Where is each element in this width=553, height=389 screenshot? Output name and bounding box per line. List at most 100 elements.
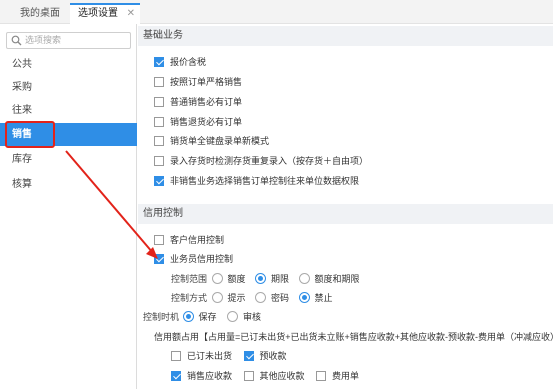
radio[interactable] <box>211 273 223 285</box>
timing-row: 控制时机 保存 审核 <box>143 310 261 324</box>
option-customer-credit[interactable]: 客户信用控制 <box>154 233 224 247</box>
option-return-require-order[interactable]: 销售退货必有订单 <box>154 115 242 129</box>
checkbox[interactable] <box>154 96 164 107</box>
close-icon[interactable]: ✕ <box>127 5 135 23</box>
radio[interactable] <box>227 311 239 323</box>
option-data-permission[interactable]: 非销售业务选择销售订单控制往来单位数据权限 <box>154 174 359 188</box>
checkbox[interactable] <box>171 370 181 381</box>
radio-prompt[interactable]: 提示 <box>211 291 253 305</box>
tab-bar: 我的桌面 选项设置 ✕ <box>0 0 553 24</box>
search-input[interactable]: 选项搜索 <box>6 32 131 49</box>
checkbox[interactable] <box>154 253 164 264</box>
radio-label: 期限 <box>271 274 290 284</box>
checkbox[interactable] <box>154 76 164 87</box>
option-label: 录入存货时检测存货重复录入（按存货＋自由项） <box>170 156 369 166</box>
search-placeholder: 选项搜索 <box>25 35 62 45</box>
radio[interactable] <box>211 292 223 304</box>
sidebar-item-inventory[interactable]: 库存 <box>0 148 137 171</box>
option-expense-bill[interactable]: 费用单 <box>316 370 360 381</box>
checkbox[interactable] <box>243 350 254 361</box>
sidebar: 选项搜索 公共 采购 往来 销售 库存 核算 <box>0 24 137 389</box>
checkbox[interactable] <box>154 155 164 166</box>
option-label: 其他应收款 <box>259 371 305 381</box>
scope-label: 控制范围 <box>171 274 208 284</box>
sidebar-item-public[interactable]: 公共 <box>0 53 137 76</box>
radio-audit[interactable]: 审核 <box>227 311 262 323</box>
radio-password[interactable]: 密码 <box>255 291 296 305</box>
radio-period[interactable]: 期限 <box>255 272 296 286</box>
tab-label: 我的桌面 <box>20 8 60 19</box>
option-label: 销售应收款 <box>187 371 233 381</box>
section-header-credit: 信用控制 <box>138 204 553 224</box>
options-panel: 基础业务 报价含税 按照订单严格销售 普通销售必有订单 销售退货必有订单 销货单… <box>138 24 553 389</box>
timing-label: 控制时机 <box>143 312 180 322</box>
radio-label: 提示 <box>227 293 246 303</box>
option-quote-tax[interactable]: 报价含税 <box>154 55 206 69</box>
radio-label: 审核 <box>243 312 262 322</box>
checkbox[interactable] <box>154 56 164 67</box>
option-sales-require-order[interactable]: 普通销售必有订单 <box>154 95 242 109</box>
radio-label: 额度和期限 <box>314 274 360 284</box>
option-sales-receivable[interactable]: 销售应收款 <box>171 369 241 383</box>
option-unshipped[interactable]: 已订未出货 <box>171 349 241 363</box>
checkbox[interactable] <box>154 175 164 186</box>
search-icon <box>11 35 22 46</box>
checkbox[interactable] <box>243 370 254 381</box>
section-header-basic: 基础业务 <box>138 26 553 46</box>
tab-label: 选项设置 <box>78 8 118 19</box>
option-label: 预收款 <box>259 351 287 361</box>
radio-label: 密码 <box>271 293 290 303</box>
checkbox[interactable] <box>154 135 164 146</box>
tab-my-desktop[interactable]: 我的桌面 <box>12 3 68 24</box>
section-title: 基础业务 <box>143 30 183 41</box>
radio[interactable] <box>298 273 310 285</box>
option-prepayment[interactable]: 预收款 <box>243 350 287 361</box>
tab-options-settings[interactable]: 选项设置 ✕ <box>70 3 140 24</box>
option-strict-order[interactable]: 按照订单严格销售 <box>154 75 242 89</box>
sidebar-item-accounting[interactable]: 核算 <box>0 173 137 196</box>
sidebar-item-contacts[interactable]: 往来 <box>0 99 137 122</box>
sidebar-item-purchase[interactable]: 采购 <box>0 76 137 99</box>
option-duplicate-check[interactable]: 录入存货时检测存货重复录入（按存货＋自由项） <box>154 154 368 168</box>
option-label: 非销售业务选择销售订单控制往来单位数据权限 <box>170 176 360 186</box>
radio-amount[interactable]: 额度 <box>211 272 253 286</box>
checkbox[interactable] <box>316 370 327 381</box>
option-keyboard-mode[interactable]: 销货单全键盘录单新模式 <box>154 134 269 148</box>
section-title: 信用控制 <box>143 208 183 219</box>
radio-label: 保存 <box>198 312 217 322</box>
method-label: 控制方式 <box>171 293 208 303</box>
radio-label: 额度 <box>227 274 246 284</box>
sidebar-item-label: 往来 <box>12 105 32 116</box>
radio-save[interactable]: 保存 <box>182 310 225 324</box>
checkbox[interactable] <box>154 116 164 127</box>
radio[interactable] <box>182 311 194 323</box>
option-label: 费用单 <box>332 371 360 381</box>
radio-label: 禁止 <box>314 293 333 303</box>
option-label: 按照订单严格销售 <box>170 77 243 87</box>
option-salesman-credit[interactable]: 业务员信用控制 <box>154 252 233 266</box>
option-other-receivable[interactable]: 其他应收款 <box>243 369 314 383</box>
checkbox[interactable] <box>171 350 181 361</box>
sidebar-item-label: 库存 <box>12 154 32 165</box>
option-label: 销售退货必有订单 <box>170 117 243 127</box>
option-label: 业务员信用控制 <box>170 254 234 264</box>
option-label: 普通销售必有订单 <box>170 97 243 107</box>
highlight-box <box>5 121 55 148</box>
scope-row: 控制范围 额度 期限 额度和期限 <box>171 272 360 286</box>
radio[interactable] <box>298 292 310 304</box>
option-label: 报价含税 <box>170 57 207 67</box>
radio-amount-and-period[interactable]: 额度和期限 <box>298 273 360 285</box>
sidebar-item-label: 核算 <box>12 179 32 190</box>
option-label: 已订未出货 <box>187 351 233 361</box>
sidebar-item-label: 公共 <box>12 59 32 70</box>
credit-items-row-1: 已订未出货 预收款 <box>171 349 287 363</box>
method-row: 控制方式 提示 密码 禁止 <box>171 291 333 305</box>
credit-items-row-2: 销售应收款 其他应收款 费用单 <box>171 369 359 383</box>
radio[interactable] <box>255 292 267 304</box>
checkbox[interactable] <box>154 234 164 245</box>
credit-formula: 信用额占用【占用量=已订未出货+已出货未立账+销售应收款+其他应收款-预收款-费… <box>154 332 553 342</box>
sidebar-item-label: 采购 <box>12 82 32 93</box>
option-label: 客户信用控制 <box>170 235 225 245</box>
radio[interactable] <box>255 273 267 285</box>
radio-forbid[interactable]: 禁止 <box>298 292 333 304</box>
